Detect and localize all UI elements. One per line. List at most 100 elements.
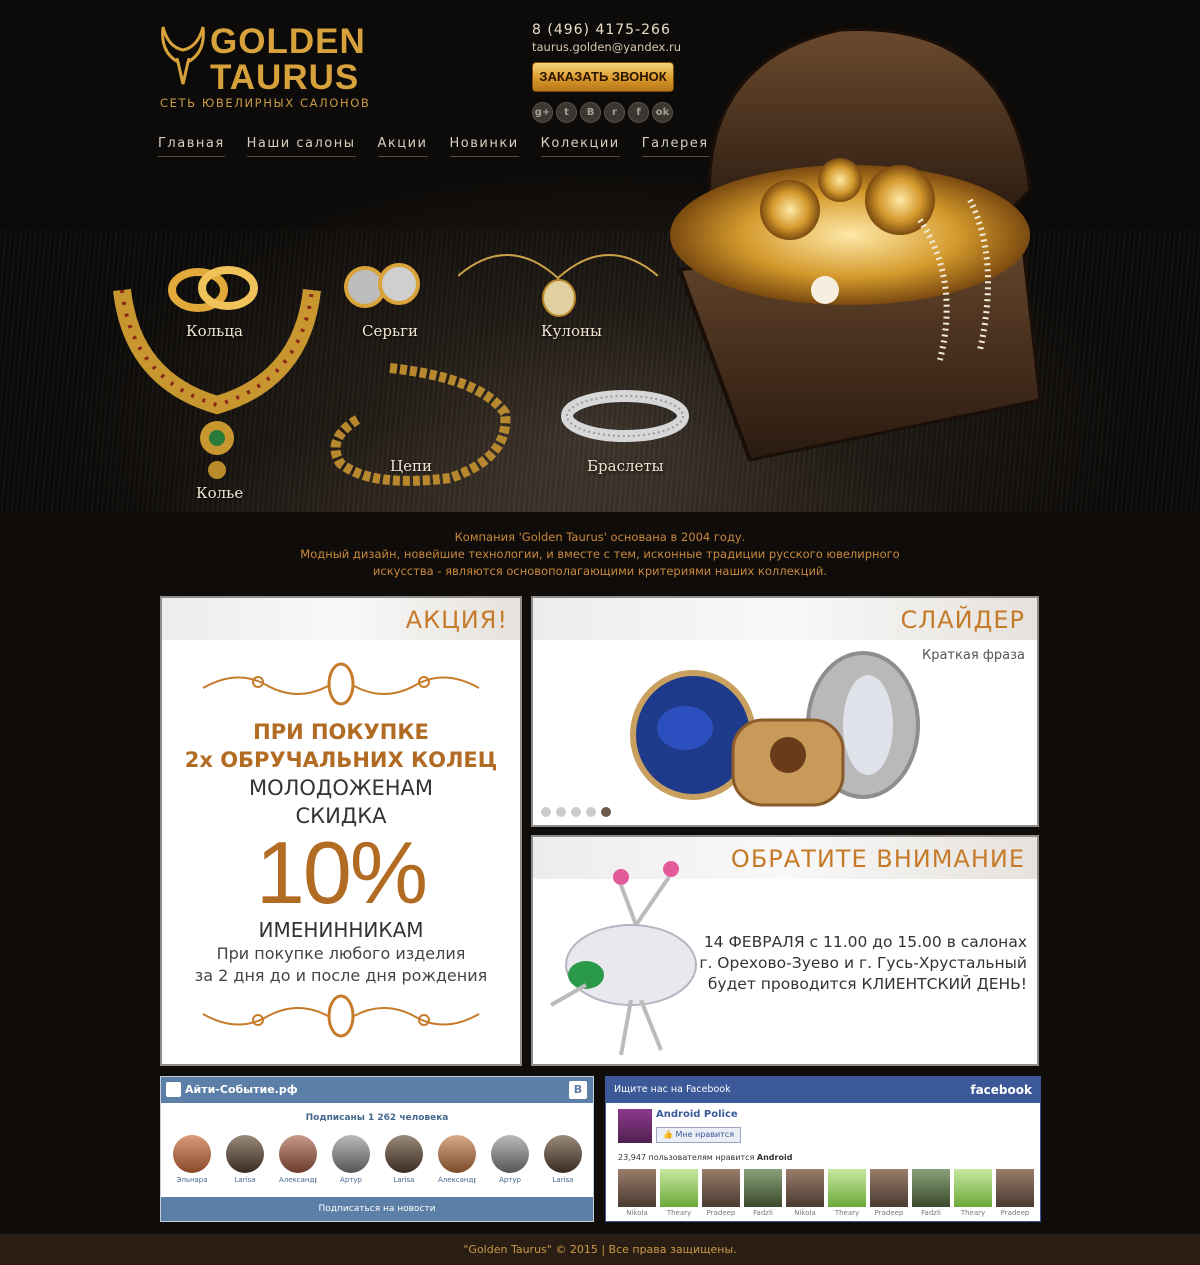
twitter-icon[interactable]: t — [556, 102, 577, 123]
nav-item-new[interactable]: Новинки — [449, 136, 519, 157]
facebook-fan[interactable]: Fadzli — [912, 1169, 950, 1217]
avatar — [279, 1135, 317, 1173]
nav-item-gallery[interactable]: Галерея — [641, 136, 709, 157]
main-nav: Главная Наши салоны Акции Новинки Колекц… — [158, 136, 709, 157]
logo-tagline: СЕТЬ ЮВЕЛИРНЫХ САЛОНОВ — [160, 96, 371, 110]
vk-member[interactable]: Larisa — [385, 1135, 423, 1184]
notice-card: ОБРАТИТЕ ВНИМАНИЕ 14 ФЕВРАЛЯ с 11.00 до … — [531, 835, 1039, 1066]
vk-member[interactable]: Larisa — [226, 1135, 264, 1184]
category-link-earrings[interactable]: Серьги — [362, 322, 418, 340]
logo-text-taurus: TAURUS — [210, 58, 360, 97]
vk-group-name[interactable]: Айти-Событие.рф — [185, 1083, 298, 1096]
slider-dot[interactable] — [571, 807, 581, 817]
like-count-text: 23,947 пользователям нравится — [618, 1153, 757, 1162]
member-name: Александра — [279, 1176, 317, 1184]
facebook-fan[interactable]: Pradeep — [870, 1169, 908, 1217]
category-link-pendants[interactable]: Кулоны — [541, 322, 602, 340]
vk-subscriber-count: Подписаны 1 262 человека — [305, 1113, 449, 1123]
slider-dot-active[interactable] — [601, 807, 611, 817]
facebook-fan[interactable]: Nikola — [786, 1169, 824, 1217]
avatar — [702, 1169, 740, 1207]
promo-line: ИМЕНИННИКАМ — [258, 918, 424, 942]
nav-item-salons[interactable]: Наши салоны — [246, 136, 356, 157]
vk-member-list: Эльнара Larisa Александра Артур Larisa А… — [173, 1135, 582, 1184]
vk-member[interactable]: Larisa — [544, 1135, 582, 1184]
avatar — [828, 1169, 866, 1207]
promo-card: АКЦИЯ! ПРИ ПОКУПКЕ 2х ОБРУЧАЛЬНИХ КОЛЕЦ … — [160, 596, 522, 1066]
avatar — [173, 1135, 211, 1173]
avatar — [491, 1135, 529, 1173]
nav-item-promotions[interactable]: Акции — [377, 136, 428, 157]
facebook-page-avatar[interactable] — [618, 1109, 652, 1143]
avatar — [786, 1169, 824, 1207]
slider-dot[interactable] — [556, 807, 566, 817]
promo-line: При покупке любого изделия — [216, 944, 466, 963]
nav-item-collections[interactable]: Колекции — [540, 136, 620, 157]
member-name: Larisa — [552, 1176, 574, 1184]
ornament-top — [202, 662, 480, 706]
vk-logo-icon[interactable]: В — [569, 1081, 587, 1099]
vk-widget: Айти-Событие.рф В Подписаны 1 262 челове… — [160, 1076, 594, 1222]
facebook-like-button[interactable]: 👍 Мне нравится — [656, 1127, 742, 1143]
treasure-chest-image — [670, 27, 1042, 462]
hero-banner: GOLDEN TAURUS СЕТЬ ЮВЕЛИРНЫХ САЛОНОВ 8 (… — [0, 0, 1200, 512]
facebook-logo[interactable]: facebook — [970, 1077, 1032, 1103]
facebook-fan[interactable]: Fadzli — [744, 1169, 782, 1217]
facebook-fan[interactable]: Theary — [828, 1169, 866, 1217]
facebook-fan[interactable]: Pradeep — [996, 1169, 1034, 1217]
pendant-image — [458, 254, 658, 317]
facebook-fan[interactable]: Nikola — [618, 1169, 656, 1217]
site-logo[interactable]: GOLDEN TAURUS СЕТЬ ЮВЕЛИРНЫХ САЛОНОВ — [158, 22, 371, 112]
rss-icon[interactable]: r — [604, 102, 625, 123]
avatar — [332, 1135, 370, 1173]
avatar — [544, 1135, 582, 1173]
vk-member[interactable]: Артур — [332, 1135, 370, 1184]
bull-head-icon — [161, 26, 205, 85]
facebook-fan[interactable]: Theary — [660, 1169, 698, 1217]
odnoklassniki-icon[interactable]: ok — [652, 102, 673, 123]
facebook-fan[interactable]: Pradeep — [702, 1169, 740, 1217]
avatar — [744, 1169, 782, 1207]
discount-value: 10% — [255, 823, 428, 922]
vk-member[interactable]: Александра — [438, 1135, 476, 1184]
facebook-widget: Ищите нас на Facebook facebook Android P… — [605, 1076, 1041, 1222]
footer-copyright: "Golden Taurus" © 2015 | Все права защищ… — [0, 1234, 1200, 1265]
page: GOLDEN TAURUS СЕТЬ ЮВЕЛИРНЫХ САЛОНОВ 8 (… — [0, 0, 1200, 1265]
calendar-icon — [166, 1082, 181, 1097]
bracelet-image — [561, 390, 689, 442]
ballerina-brooch-image — [550, 861, 697, 1056]
facebook-fan[interactable]: Theary — [954, 1169, 992, 1217]
thumbs-up-icon: 👍 — [663, 1130, 673, 1139]
category-link-rings[interactable]: Кольца — [186, 322, 243, 340]
category-link-bracelets[interactable]: Браслеты — [587, 457, 664, 475]
vk-subscribe-button[interactable]: Подписаться на новости — [161, 1197, 593, 1221]
nav-item-home[interactable]: Главная — [158, 136, 225, 157]
email-link[interactable]: taurus.golden@yandex.ru — [532, 40, 682, 54]
vk-member[interactable]: Эльнара — [173, 1135, 211, 1184]
avatar — [618, 1169, 656, 1207]
phone-number[interactable]: 8 (496) 4175-266 — [532, 22, 682, 38]
facebook-icon[interactable]: f — [628, 102, 649, 123]
facebook-page-name[interactable]: Android Police — [656, 1109, 738, 1120]
avatar — [660, 1169, 698, 1207]
member-name: Эльнара — [176, 1176, 208, 1184]
fan-name: Pradeep — [1000, 1209, 1030, 1217]
vk-icon[interactable]: B — [580, 102, 601, 123]
request-call-button[interactable]: ЗАКАЗАТЬ ЗВОНОК — [532, 62, 674, 92]
slider-dot[interactable] — [541, 807, 551, 817]
vk-widget-header: Айти-Событие.рф В — [161, 1077, 593, 1103]
fan-name: Theary — [666, 1209, 692, 1217]
category-link-chains[interactable]: Цепи — [390, 457, 432, 475]
rings-image — [168, 266, 258, 312]
category-link-necklaces[interactable]: Колье — [196, 484, 243, 502]
google-plus-icon[interactable]: g+ — [532, 102, 553, 123]
vk-member[interactable]: Александра — [279, 1135, 317, 1184]
facebook-widget-header: Ищите нас на Facebook facebook — [606, 1077, 1040, 1103]
facebook-like-count: 23,947 пользователям нравится Android — [618, 1153, 792, 1162]
intro-line: Модный дизайн, новейшие технологии, и вм… — [300, 547, 900, 561]
facebook-fan-list: Nikola Theary Pradeep Fadzli Nikola Thea… — [618, 1169, 1034, 1217]
slider-dot[interactable] — [586, 807, 596, 817]
notice-line: г. Орехово-Зуево и г. Гусь-Хрустальный — [699, 954, 1027, 972]
avatar — [870, 1169, 908, 1207]
vk-member[interactable]: Артур — [491, 1135, 529, 1184]
